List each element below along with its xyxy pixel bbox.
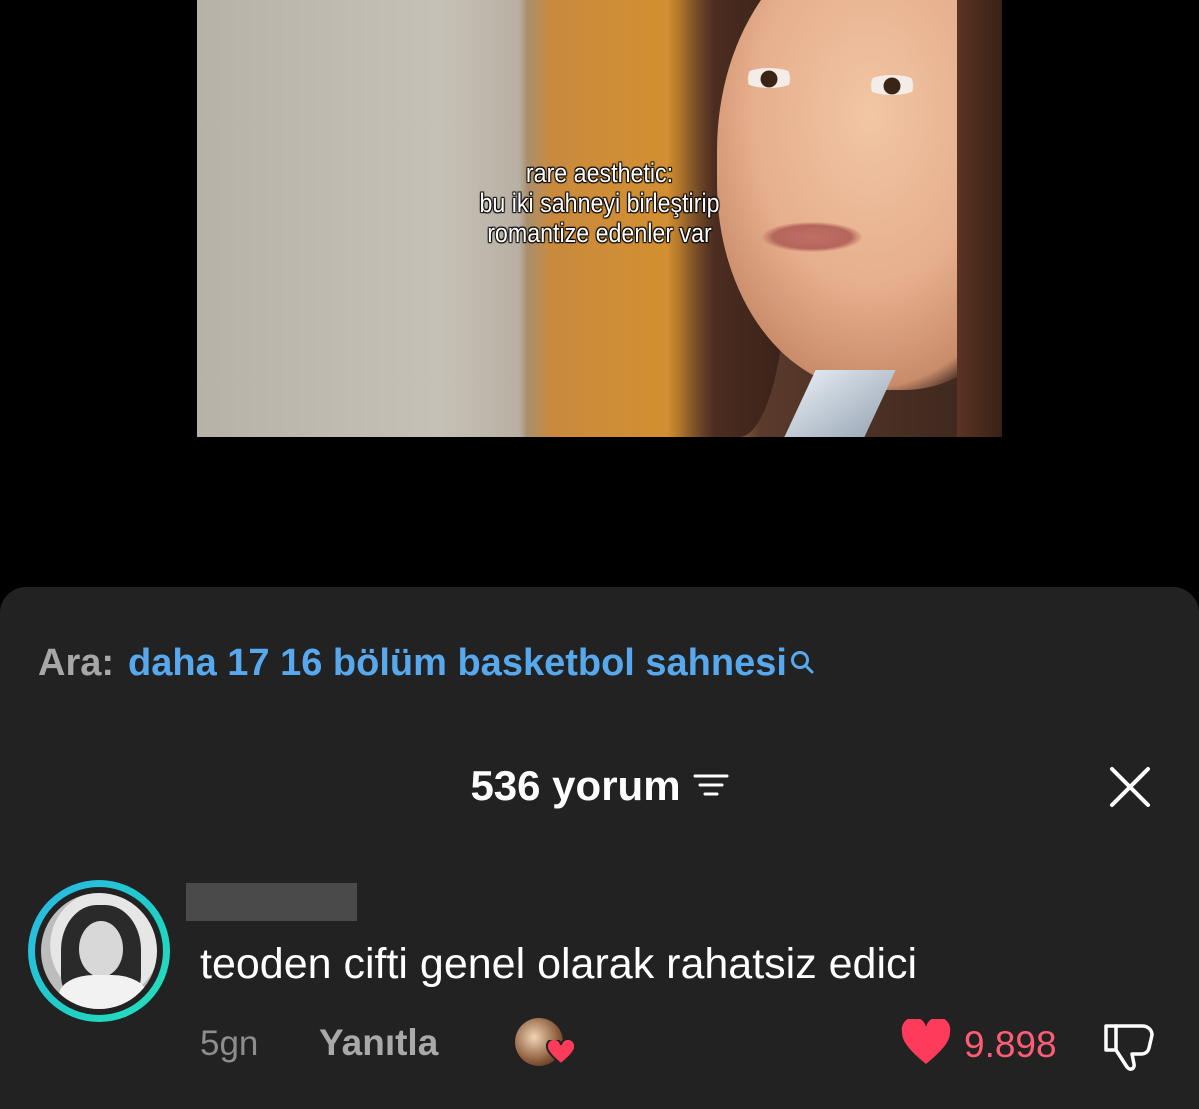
search-query-link[interactable]: daha 17 16 bölüm basketbol sahnesi: [128, 642, 787, 685]
video-frame-eye: [742, 68, 796, 88]
search-suggestion[interactable]: Ara: daha 17 16 bölüm basketbol sahnesi: [38, 642, 815, 685]
creator-heart-icon: [545, 1037, 577, 1071]
video-frame-detail: [778, 370, 896, 437]
video-caption-line: rare aesthetic:: [525, 158, 674, 188]
avatar-detail: [79, 921, 123, 977]
search-icon[interactable]: [789, 642, 815, 685]
dislike-icon[interactable]: [1102, 1020, 1158, 1079]
video-caption-line: bu iki sahneyi birleştirip: [479, 188, 720, 218]
sort-lines-icon[interactable]: [693, 762, 729, 810]
video-frame-detail: [957, 0, 1002, 437]
reply-button[interactable]: Yanıtla: [319, 1022, 438, 1064]
username-redacted: [186, 883, 357, 921]
video-player[interactable]: rare aesthetic: bu iki sahneyi birleştir…: [197, 0, 1002, 437]
heart-icon[interactable]: [900, 1017, 952, 1072]
comment-timestamp: 5gn: [200, 1024, 259, 1063]
avatar[interactable]: [28, 880, 170, 1022]
like-count: 9.898: [964, 1024, 1057, 1065]
video-caption-line: romantize edenler var: [487, 218, 712, 248]
close-icon[interactable]: [1108, 765, 1152, 809]
avatar-image: [41, 893, 157, 1009]
video-frame-eye: [865, 75, 919, 95]
comment-count-label: 536 yorum: [470, 762, 681, 809]
search-prefix-label: Ara:: [38, 642, 115, 684]
avatar-detail: [59, 975, 147, 1009]
comments-header: 536 yorum: [0, 762, 1199, 810]
comment-text: teoden cifti genel olarak rahatsiz edici: [200, 940, 918, 988]
video-caption: rare aesthetic: bu iki sahneyi birleştir…: [253, 158, 945, 248]
